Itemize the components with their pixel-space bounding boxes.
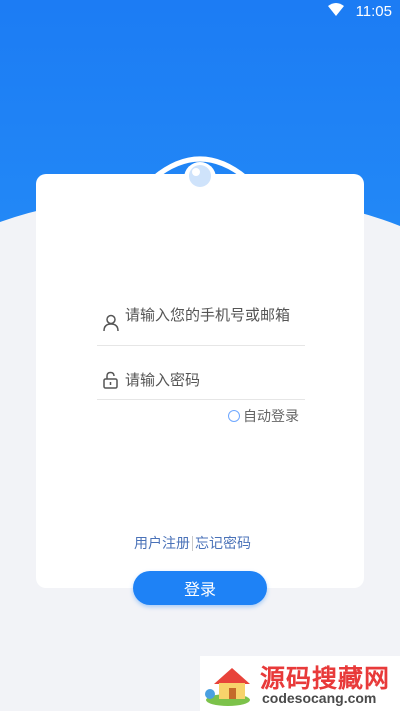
house-logo-icon — [204, 660, 260, 711]
password-field[interactable]: 请输入密码 — [97, 362, 305, 400]
username-field[interactable]: 请输入您的手机号或邮箱 — [97, 300, 305, 346]
watermark: 源码搜藏网 codesocang.com — [200, 656, 400, 711]
lock-icon — [103, 371, 118, 393]
eye-logo-icon — [150, 150, 250, 210]
username-input[interactable]: 请输入您的手机号或邮箱 — [125, 306, 295, 324]
auto-login-label: 自动登录 — [243, 409, 299, 425]
watermark-domain: codesocang.com — [262, 690, 377, 706]
register-link[interactable]: 用户注册 — [134, 533, 190, 553]
account-links: 用户注册 忘记密码 — [134, 533, 251, 553]
status-bar: 11:05 — [0, 0, 400, 24]
password-input[interactable]: 请输入密码 — [125, 371, 200, 389]
link-divider — [192, 535, 193, 551]
login-button[interactable]: 登录 — [133, 571, 267, 605]
user-icon — [103, 314, 119, 336]
status-time: 11:05 — [355, 3, 392, 20]
auto-login-radio[interactable] — [228, 410, 240, 422]
wifi-icon — [328, 3, 344, 20]
auto-login-option[interactable]: 自动登录 — [228, 406, 299, 426]
forgot-password-link[interactable]: 忘记密码 — [195, 533, 251, 553]
